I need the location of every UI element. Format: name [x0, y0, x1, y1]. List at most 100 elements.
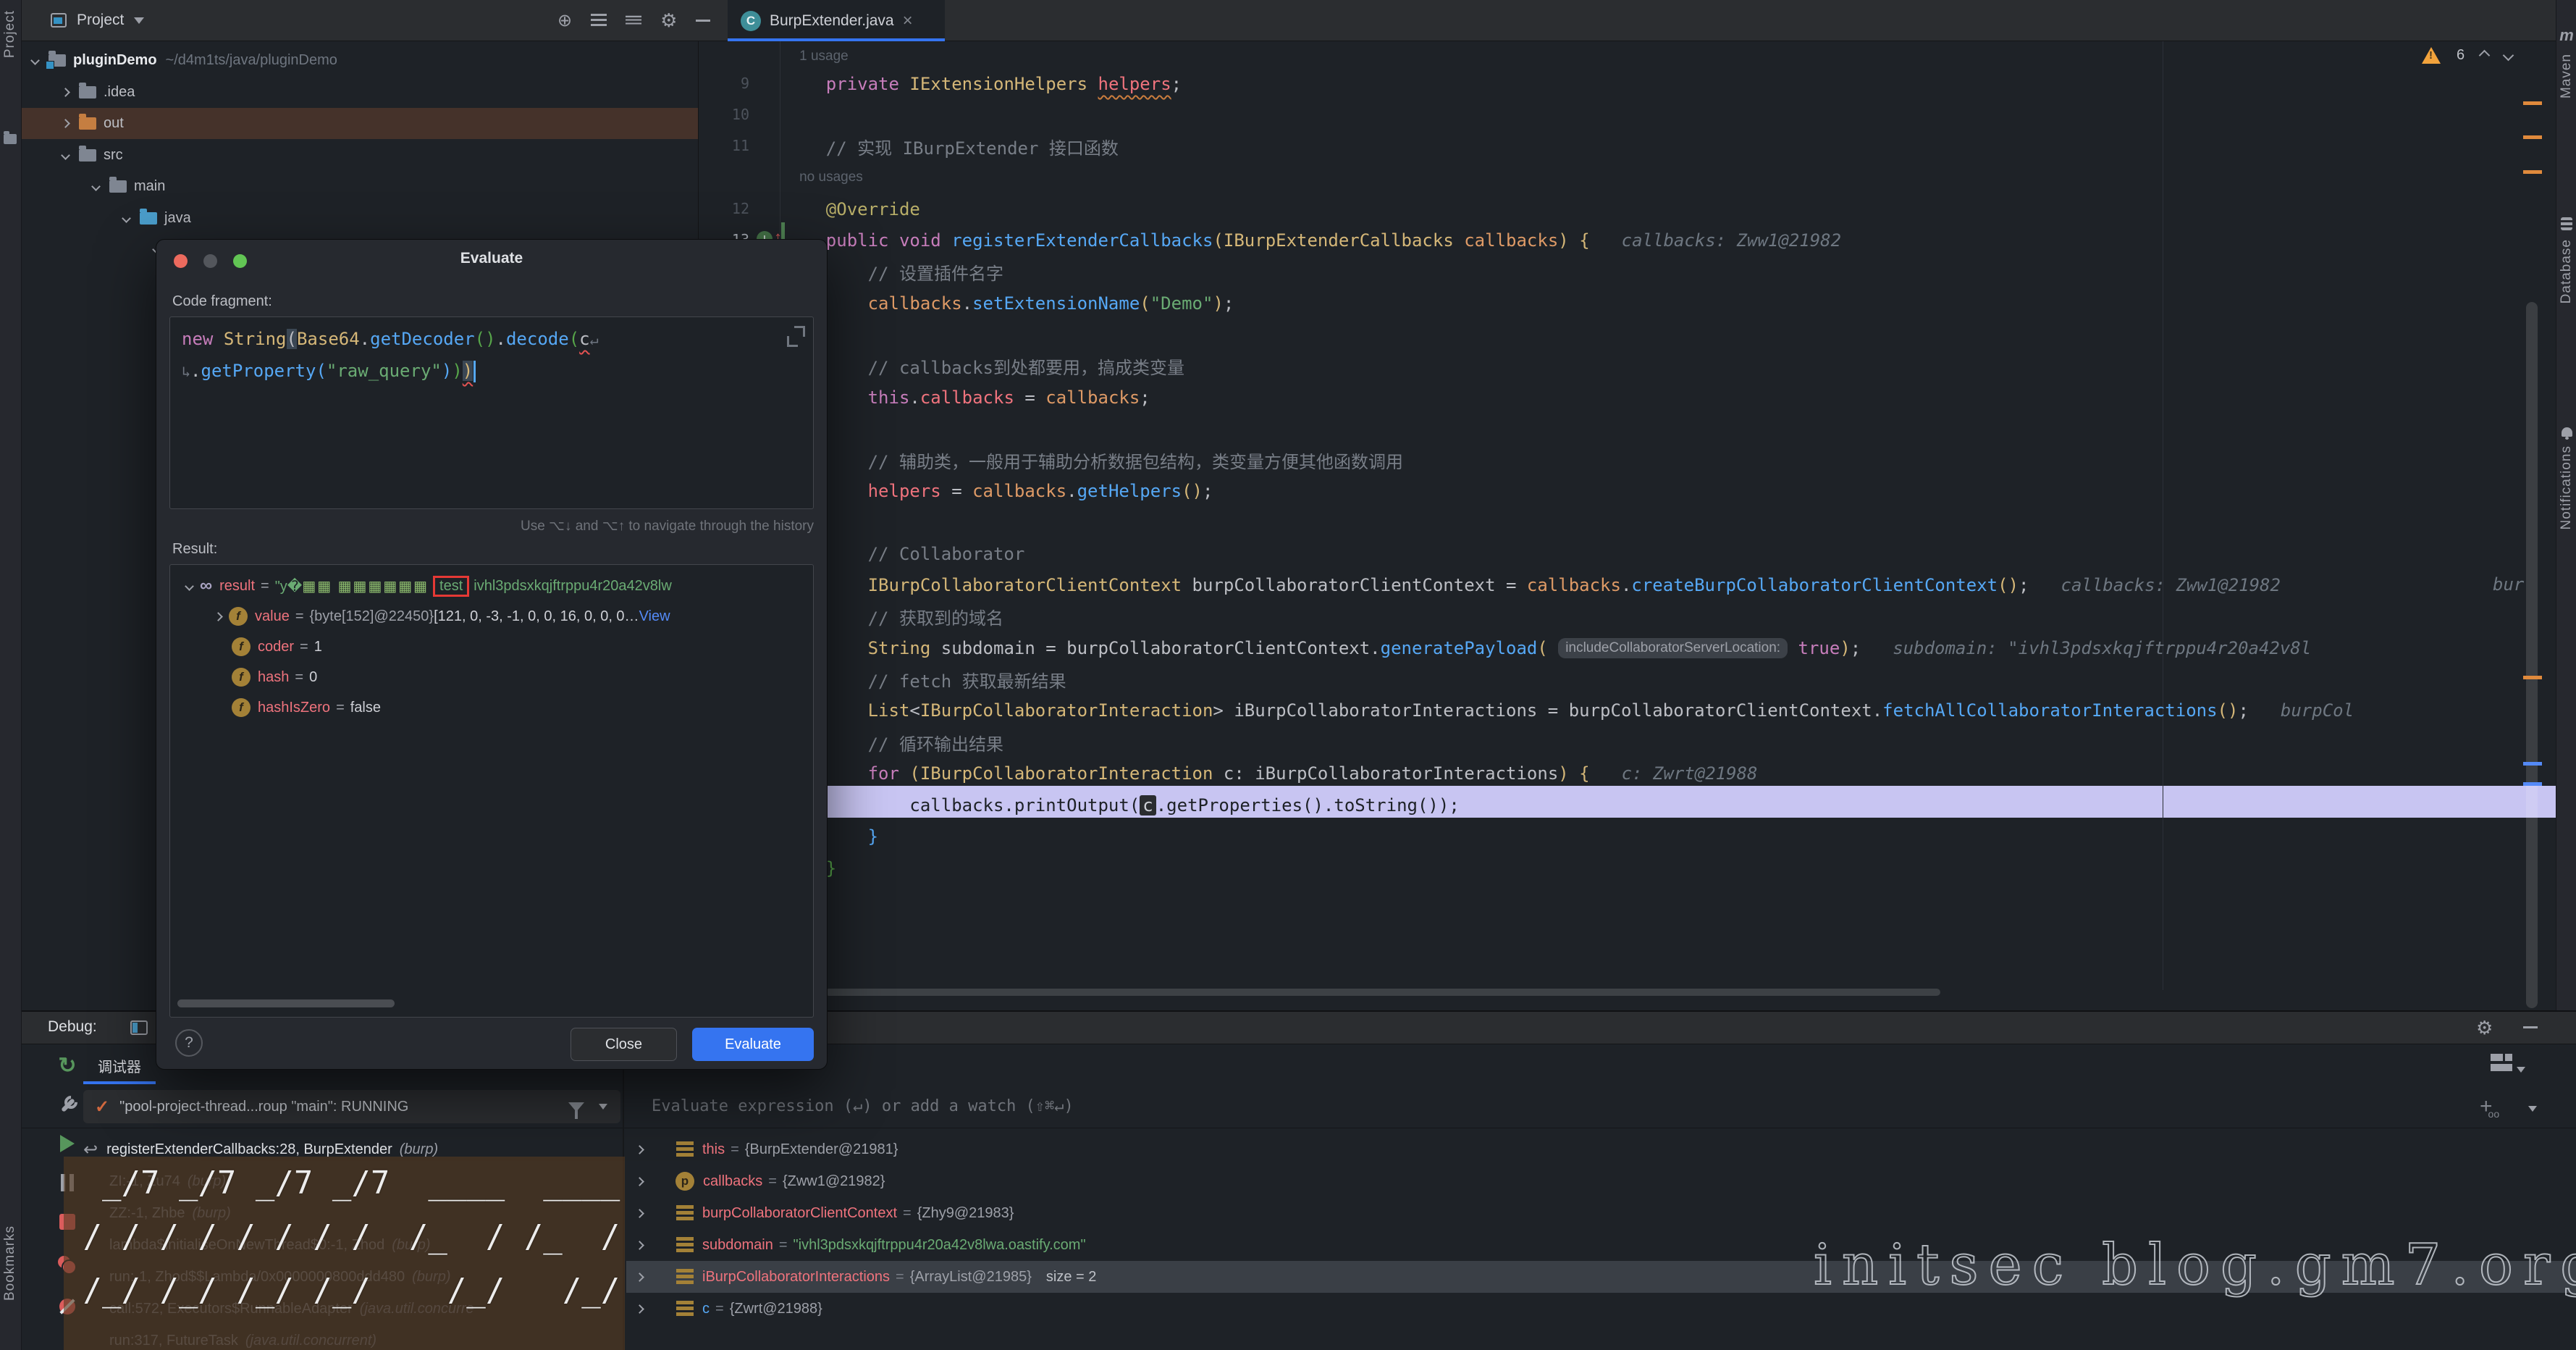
project-panel-header[interactable]: Project [51, 0, 144, 41]
code-line[interactable]: no usages [784, 162, 863, 193]
chevron-down-icon[interactable] [134, 17, 144, 24]
close-button[interactable]: Close [571, 1028, 677, 1061]
code-line[interactable]: // callbacks到处都要用，搞成类变量 [784, 351, 1184, 381]
variable-row-burpCollaboratorClientContext[interactable]: burpCollaboratorClientContext={Zhy9@2198… [626, 1197, 2576, 1229]
chevron-right-icon[interactable] [635, 1145, 644, 1154]
chevron-right-icon[interactable] [214, 612, 223, 621]
dialog-code-line[interactable]: ↳.getProperty("raw_query"))) [182, 361, 476, 382]
editor-horizontal-scrollbar[interactable] [825, 989, 1940, 996]
text-caret [473, 361, 476, 382]
result-row-hashIsZero[interactable]: fhashIsZero=false [177, 692, 807, 723]
result-horizontal-scrollbar[interactable] [177, 999, 395, 1007]
tool-stripe-database[interactable]: Database [2556, 217, 2576, 303]
scrollbar-warning-mark[interactable] [2523, 676, 2542, 679]
code-line[interactable]: callbacks.setExtensionName("Demo"); [784, 288, 1234, 319]
tool-stripe-maven[interactable]: mMaven [2556, 26, 2576, 98]
evaluate-button[interactable]: Evaluate [692, 1028, 814, 1061]
scrollbar-info-mark[interactable] [2523, 762, 2542, 766]
chevron-down-icon[interactable] [122, 214, 131, 223]
tool-stripe-bookmarks-label[interactable]: Bookmarks [2, 1225, 18, 1301]
tool-stripe-project-label[interactable]: Project [2, 10, 18, 58]
chevron-down-icon[interactable] [61, 151, 70, 160]
debug-layout-icon[interactable] [130, 1020, 148, 1035]
chevron-down-icon[interactable] [599, 1104, 607, 1110]
filter-icon[interactable] [568, 1102, 584, 1112]
collapse-all-icon[interactable] [626, 16, 641, 25]
project-tool-icon[interactable] [4, 134, 17, 144]
code-fragment-input[interactable]: new String(Base64.getDecoder().decode(c↵… [169, 316, 814, 509]
locate-icon[interactable]: ⊕ [557, 10, 572, 31]
code-line[interactable]: callbacks.printOutput(c.getProperties().… [784, 790, 1460, 821]
wrench-icon[interactable] [55, 1092, 80, 1117]
expand-all-icon[interactable] [591, 14, 607, 27]
chevron-down-icon[interactable] [91, 182, 101, 191]
scrollbar-warning-mark[interactable] [2523, 135, 2542, 139]
tree-row-pluginDemo[interactable]: pluginDemo~/d4m1ts/java/pluginDemo [22, 45, 699, 76]
code-line[interactable]: IBurpCollaboratorClientContext burpColla… [784, 570, 2281, 600]
chevron-right-icon[interactable] [61, 88, 70, 97]
layout-settings-icon[interactable] [2491, 1054, 2512, 1071]
chevron-down-icon[interactable] [2528, 1106, 2537, 1112]
code-line[interactable]: List<IBurpCollaboratorInteraction> iBurp… [784, 695, 2354, 726]
evaluate-dialog: Evaluate Code fragment: new String(Base6… [156, 239, 828, 1070]
hide-debug-icon[interactable] [2523, 1026, 2538, 1028]
result-row-result[interactable]: ∞result="y�▦▦ ▦▦▦▦▦▦testivhl3pdsxkqjftrp… [177, 571, 807, 601]
code-token: IExtensionHelpers [909, 74, 1087, 94]
chevron-right-icon[interactable] [635, 1209, 644, 1218]
tree-row-out[interactable]: out [22, 108, 699, 139]
tab-debugger[interactable]: 调试器 [83, 1049, 156, 1084]
tree-row-main[interactable]: main [22, 171, 699, 202]
resume-button[interactable] [55, 1131, 80, 1156]
chevron-down-icon[interactable] [185, 582, 194, 591]
code-line[interactable]: @Override [784, 194, 920, 225]
code-token: . [962, 293, 972, 314]
code-line[interactable]: helpers = callbacks.getHelpers(); [784, 476, 1213, 506]
thread-selector[interactable]: ✓ "pool-project-thread...roup "main": RU… [83, 1090, 620, 1123]
chevron-right-icon[interactable] [635, 1177, 644, 1186]
gear-icon[interactable]: ⚙ [660, 9, 677, 32]
scrollbar-info-mark[interactable] [2523, 782, 2542, 786]
expand-editor-icon[interactable] [787, 327, 803, 343]
line-number: 10 [699, 106, 749, 123]
next-warning-icon[interactable] [2503, 50, 2514, 62]
chevron-right-icon[interactable] [635, 1241, 644, 1250]
chevron-down-icon[interactable] [2517, 1067, 2525, 1073]
prev-warning-icon[interactable] [2479, 50, 2491, 62]
variable-row-this[interactable]: this={BurpExtender@21981} [626, 1133, 2576, 1165]
chevron-right-icon[interactable] [635, 1273, 644, 1282]
scrollbar-warning-mark[interactable] [2523, 101, 2542, 105]
tree-row-src[interactable]: src [22, 140, 699, 171]
result-tree[interactable]: ∞result="y�▦▦ ▦▦▦▦▦▦testivhl3pdsxkqjftrp… [169, 564, 814, 1018]
chevron-right-icon[interactable] [635, 1304, 644, 1314]
editor-vertical-scrollbar[interactable] [2526, 302, 2538, 1008]
tree-row-idea[interactable]: .idea [22, 77, 699, 108]
code-line[interactable]: this.callbacks = callbacks; [784, 382, 1150, 413]
code-line[interactable]: 1 usage [784, 41, 849, 72]
gear-icon[interactable]: ⚙ [2476, 1017, 2493, 1039]
code-line[interactable]: private IExtensionHelpers helpers; [784, 69, 1182, 99]
code-line[interactable]: // 实现 IBurpExtender 接口函数 [784, 131, 1119, 162]
scrollbar-warning-mark[interactable] [2523, 170, 2542, 174]
result-row-value[interactable]: fvalue={byte[152]@22450} [121, 0, -3, -1… [177, 601, 807, 632]
tool-stripe-notifications[interactable]: Notifications [2556, 427, 2576, 530]
code-editor[interactable]: I ↑ 6 910111213 1 usage private IExtensi… [699, 41, 2556, 1010]
chevron-down-icon[interactable] [30, 56, 40, 65]
watch-input-hint[interactable]: Evaluate expression (↵) or add a watch (… [652, 1097, 1074, 1115]
add-watch-icon[interactable]: + [2480, 1094, 2504, 1119]
result-row-coder[interactable]: fcoder=1 [177, 632, 807, 662]
close-icon[interactable]: × [903, 11, 913, 31]
rerun-button[interactable]: ↻ [55, 1053, 80, 1078]
code-line[interactable]: String subdomain = burpCollaboratorClien… [784, 633, 2311, 663]
editor-tab[interactable]: C BurpExtender.java × [728, 0, 945, 41]
code-line[interactable]: for (IBurpCollaboratorInteraction c: iBu… [784, 758, 1757, 789]
code-line[interactable]: public void registerExtenderCallbacks(IB… [784, 225, 1841, 256]
chevron-right-icon[interactable] [61, 119, 70, 128]
inspections-widget[interactable]: 6 [2422, 47, 2512, 64]
dialog-code-line[interactable]: new String(Base64.getDecoder().decode(c↵ [182, 329, 599, 349]
variable-row-callbacks[interactable]: pcallbacks={Zww1@21982} [626, 1165, 2576, 1197]
result-row-hash[interactable]: fhash=0 [177, 662, 807, 692]
tree-row-java[interactable]: java [22, 203, 699, 234]
hide-panel-icon[interactable] [696, 20, 710, 22]
code-line[interactable]: // 辅助类，一般用于辅助分析数据包结构，类变量方便其他函数调用 [784, 445, 1403, 475]
help-button[interactable]: ? [175, 1029, 203, 1057]
